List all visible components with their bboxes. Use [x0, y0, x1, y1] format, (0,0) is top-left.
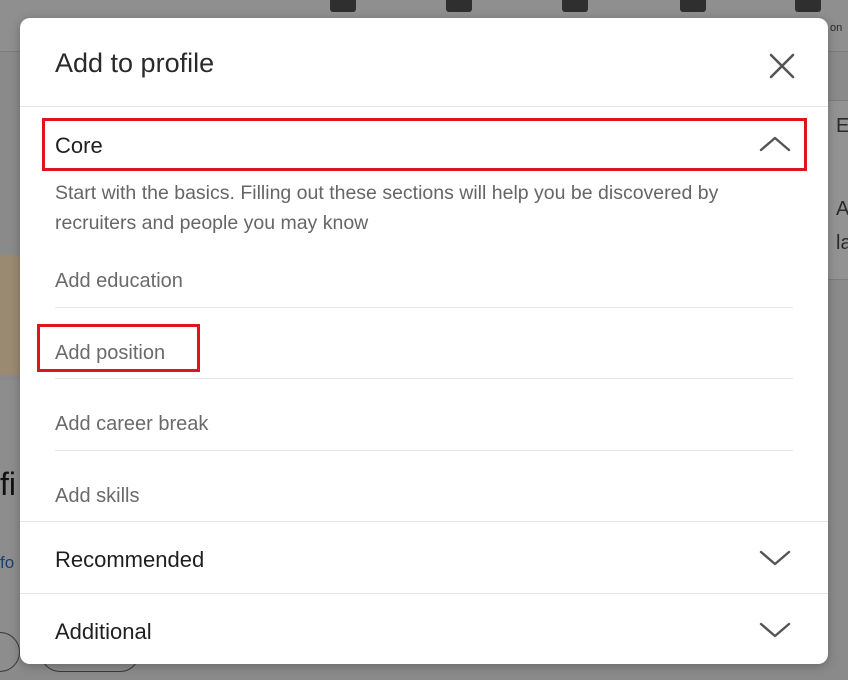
section-core-toggle[interactable]: Core: [20, 118, 828, 172]
item-divider: [55, 450, 793, 451]
item-divider: [55, 378, 793, 379]
notifications-icon: [795, 0, 821, 12]
background-right-text: A: [836, 198, 848, 220]
close-button[interactable]: [764, 48, 800, 84]
background-profile-photo: [0, 255, 20, 375]
section-recommended-label: Recommended: [55, 547, 205, 572]
add-to-profile-modal: Add to profile Core Start with the basic…: [20, 18, 828, 664]
close-icon: [769, 53, 795, 79]
modal-title: Add to profile: [55, 48, 215, 78]
home-icon: [330, 0, 356, 12]
section-additional-toggle[interactable]: Additional: [20, 594, 828, 664]
nav-partial-label: on: [830, 22, 843, 34]
section-core-label: Core: [55, 133, 103, 158]
modal-header: Add to profile: [20, 18, 828, 107]
section-core-description: Start with the basics. Filling out these…: [55, 182, 719, 234]
add-education-label: Add education: [55, 270, 183, 292]
background-left-card: [0, 380, 20, 670]
add-position-label: Add position: [55, 342, 166, 364]
network-icon: [446, 0, 472, 12]
background-link-fragment: fo: [0, 553, 15, 572]
add-career-break-label: Add career break: [55, 413, 209, 435]
background-right-text: E: [836, 115, 848, 137]
jobs-icon: [562, 0, 588, 12]
chevron-down-icon: [758, 548, 792, 568]
messaging-icon: [680, 0, 706, 12]
section-recommended-toggle[interactable]: Recommended: [20, 522, 828, 593]
chevron-down-icon: [758, 620, 792, 640]
add-skills-label: Add skills: [55, 485, 140, 507]
section-additional-label: Additional: [55, 619, 152, 644]
background-heading-fragment: fi: [0, 466, 16, 502]
item-divider: [55, 307, 793, 308]
background-right-text: la: [836, 232, 848, 254]
chevron-up-icon: [758, 134, 792, 154]
